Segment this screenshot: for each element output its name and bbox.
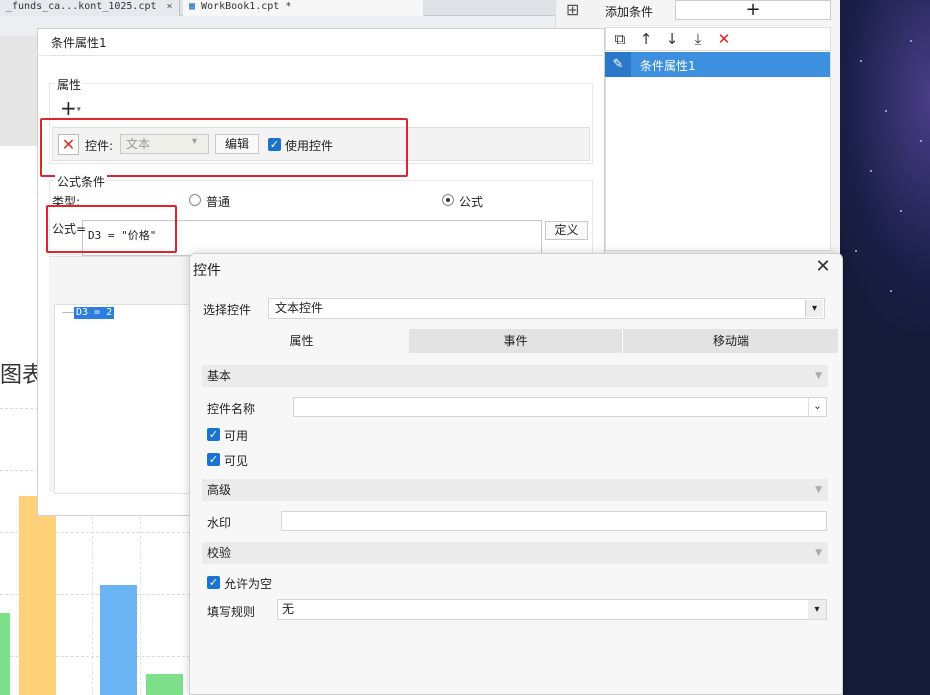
chart-bar (0, 613, 10, 695)
arrow-down-icon[interactable]: ↓ (663, 30, 681, 48)
condition-item-label: 条件属性1 (640, 59, 696, 73)
star (870, 170, 872, 172)
star (910, 40, 912, 42)
tab-properties[interactable]: 属性 (194, 329, 409, 353)
widget-type-select[interactable]: 文本控件 (268, 298, 825, 319)
condition-list (605, 51, 831, 251)
tab-funds-report[interactable]: _funds_ca...kont_1025.cpt × (0, 0, 180, 16)
dialog-title: 条件属性1 (51, 36, 107, 50)
document-tab-bar: _funds_ca...kont_1025.cpt × ▦ WorkBook1.c… (0, 0, 555, 16)
allow-empty-label: 允许为空 (224, 577, 273, 591)
widget-name-label: 控件名称 (207, 402, 256, 416)
divider (37, 55, 605, 56)
left-ruler (0, 36, 40, 146)
radio-formula[interactable] (442, 194, 454, 206)
chevron-down-icon: ▼ (815, 485, 822, 495)
tab-label: WorkBook1.cpt * (201, 1, 292, 12)
radio-normal-label: 普通 (206, 195, 231, 209)
chevron-down-icon: ▾ (76, 104, 81, 114)
section-advanced[interactable]: 高级 ▼ (202, 479, 828, 501)
star (920, 140, 922, 142)
dialog-title: 控件 (193, 263, 221, 279)
enabled-label: 可用 (224, 429, 249, 443)
chevron-down-icon: ▼ (815, 548, 822, 558)
allow-empty-checkbox[interactable]: ✓ (207, 576, 220, 589)
chevron-down-icon[interactable]: ⌄ (808, 398, 826, 416)
section-title: 校验 (207, 546, 232, 560)
chevron-down-icon: ▼ (815, 371, 822, 381)
widget-name-input[interactable] (293, 397, 827, 417)
star (855, 250, 857, 252)
desktop-wallpaper (840, 0, 930, 695)
watermark-input[interactable] (281, 511, 827, 531)
section-title: 高级 (207, 483, 232, 497)
tab-close-icon[interactable]: × (167, 1, 173, 12)
highlight-box (46, 205, 177, 253)
section-basic[interactable]: 基本 ▼ (202, 365, 828, 387)
select-widget-label: 选择控件 (203, 303, 252, 317)
visible-label: 可见 (224, 454, 249, 468)
star (890, 290, 892, 292)
define-button[interactable]: 定义 (545, 221, 588, 240)
tab-mobile[interactable]: 移动端 (624, 329, 838, 353)
condition-tree (54, 304, 190, 494)
delete-icon[interactable]: ✕ (715, 30, 733, 48)
add-condition-button[interactable]: + (675, 0, 831, 20)
edit-icon[interactable]: ✎ (605, 52, 631, 77)
fill-rule-label: 填写规则 (207, 605, 256, 619)
tree-item[interactable]: D3 = 2 (74, 307, 115, 319)
star (885, 110, 887, 112)
formula-group-label: 公式条件 (55, 173, 108, 190)
fill-rule-select[interactable]: 无 (277, 599, 827, 620)
chevron-down-icon[interactable]: ▾ (805, 300, 823, 317)
tab-workbook1[interactable]: ▦ WorkBook1.cpt * (183, 0, 423, 16)
tree-connector (62, 312, 74, 313)
chevron-down-icon[interactable]: ▾ (808, 600, 826, 619)
radio-normal[interactable] (189, 194, 201, 206)
condition-toolbar: ⧉ ↑ ↓ ⤓ ✕ (605, 27, 831, 51)
visible-checkbox[interactable]: ✓ (207, 453, 220, 466)
galaxy-glow (840, 0, 930, 330)
tab-events[interactable]: 事件 (409, 329, 623, 353)
section-validation[interactable]: 校验 ▼ (202, 542, 828, 564)
move-bottom-icon[interactable]: ⤓ (689, 30, 707, 48)
add-condition-label: 添加条件 (605, 5, 654, 19)
widget-dialog (189, 253, 843, 695)
chart-bar (19, 496, 56, 695)
highlight-box (40, 118, 408, 177)
star (900, 210, 902, 212)
chart-bar (146, 674, 183, 695)
tab-label: _funds_ca...kont_1025.cpt (6, 1, 157, 12)
section-title: 基本 (207, 369, 232, 383)
radio-formula-label: 公式 (459, 195, 484, 209)
workbook-icon: ▦ (189, 1, 202, 12)
condition-list-item[interactable] (605, 52, 830, 77)
copy-icon[interactable]: ⧉ (611, 30, 629, 48)
layout-icon[interactable]: ⊞ (566, 0, 579, 19)
star (860, 60, 862, 62)
chart-bar (100, 585, 137, 695)
close-icon[interactable]: ✕ (813, 256, 833, 278)
add-attribute-button[interactable]: +▾ (60, 96, 90, 120)
enabled-checkbox[interactable]: ✓ (207, 428, 220, 441)
plus-icon: + (60, 96, 77, 120)
watermark-label: 水印 (207, 516, 232, 530)
arrow-up-icon[interactable]: ↑ (637, 30, 655, 48)
attribute-group-label: 属性 (55, 76, 84, 93)
